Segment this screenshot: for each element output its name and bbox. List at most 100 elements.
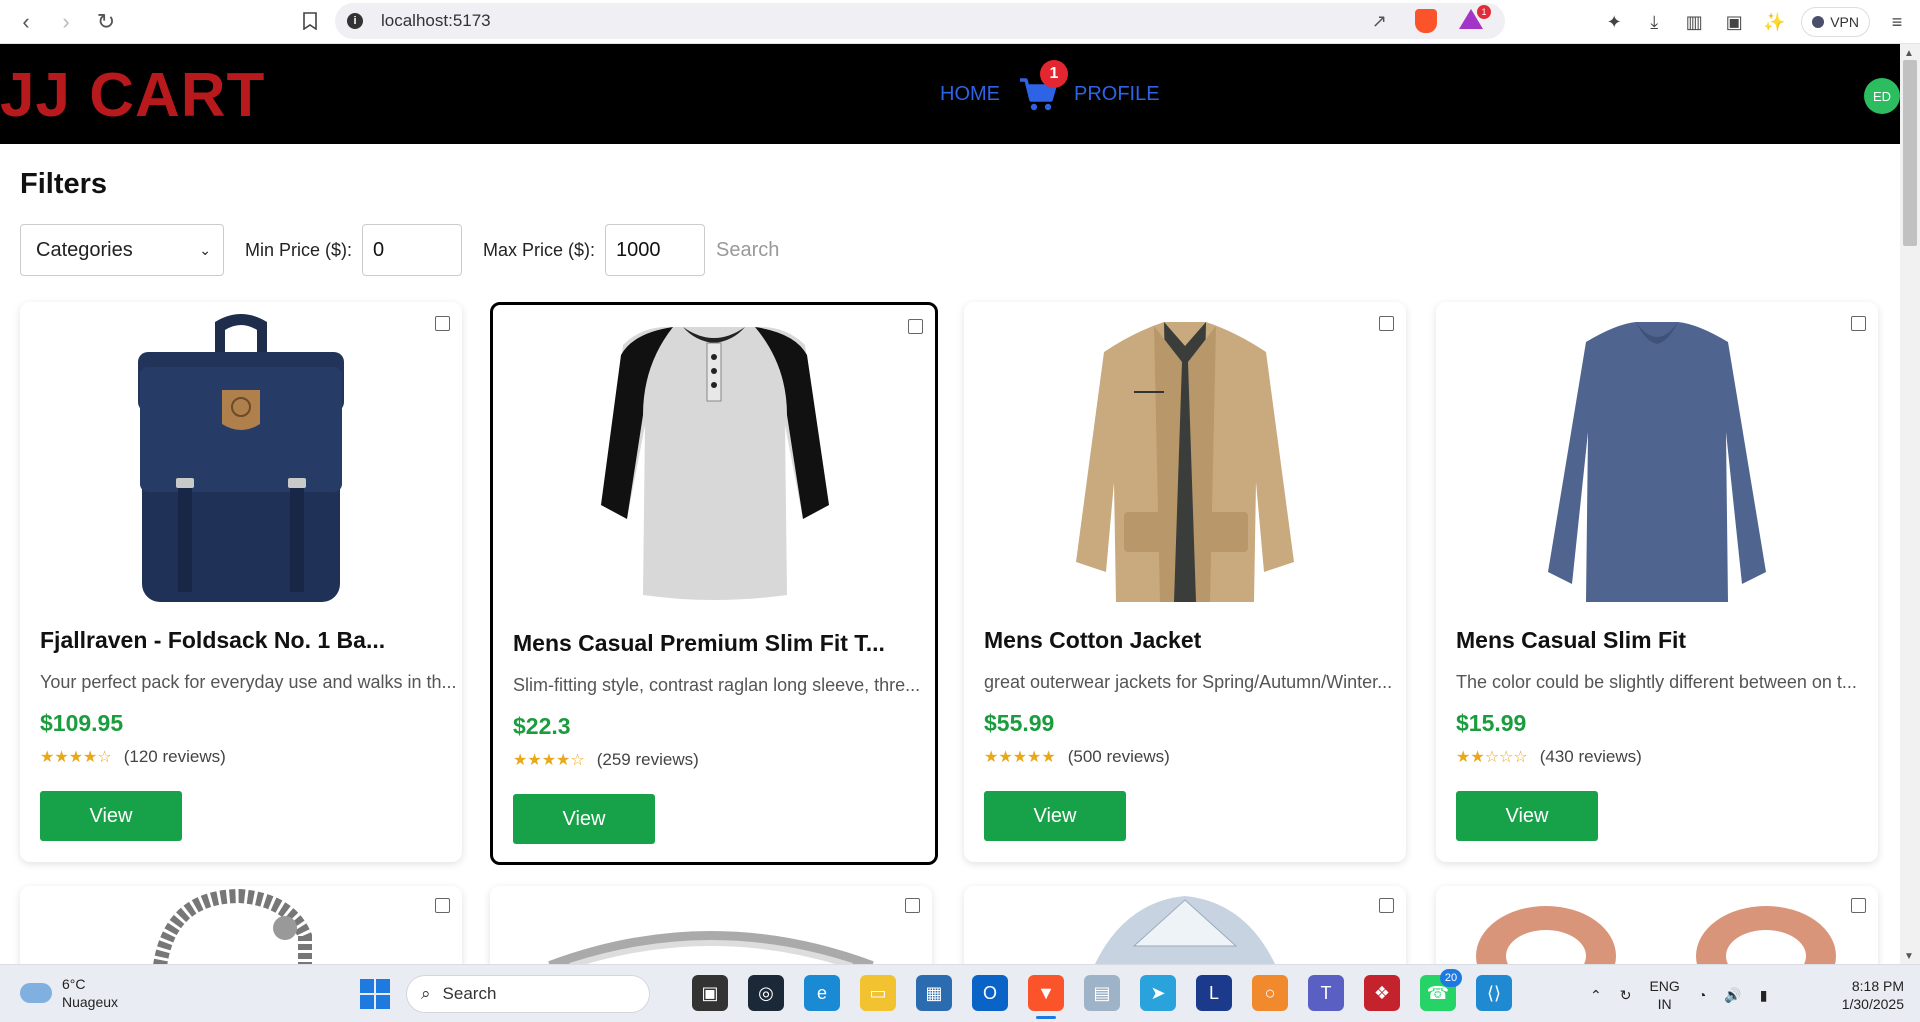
jacket-image bbox=[964, 302, 1406, 612]
brave-browser-icon[interactable]: ▼ bbox=[1028, 975, 1064, 1019]
share-icon[interactable]: ↗ bbox=[1372, 11, 1387, 32]
view-button[interactable]: View bbox=[40, 791, 182, 841]
back-icon[interactable]: ‹ bbox=[6, 2, 46, 42]
sidebar-icon[interactable]: ▥ bbox=[1681, 9, 1707, 35]
product-price: $22.3 bbox=[513, 713, 571, 739]
product-name: Mens Casual Premium Slim Fit T... bbox=[513, 630, 885, 656]
product-rating: ★★★★☆ (259 reviews) bbox=[513, 750, 699, 770]
outlook-icon[interactable]: O bbox=[972, 975, 1008, 1011]
lang-top: ENG bbox=[1649, 978, 1680, 994]
avatar[interactable]: ED bbox=[1864, 78, 1900, 114]
product-card[interactable]: Mens Casual Slim Fit The color could be … bbox=[1436, 302, 1878, 862]
compare-checkbox[interactable] bbox=[1851, 316, 1866, 331]
compare-checkbox[interactable] bbox=[1851, 898, 1866, 913]
leo-ai-icon[interactable]: ✨ bbox=[1761, 9, 1787, 35]
store-icon[interactable]: ▦ bbox=[916, 975, 952, 1011]
category-select[interactable]: Categories ⌄ bbox=[20, 224, 224, 276]
forward-icon[interactable]: › bbox=[46, 2, 86, 42]
app-icon[interactable]: ▤ bbox=[1084, 975, 1120, 1011]
compare-checkbox[interactable] bbox=[435, 316, 450, 331]
taskbar-search-placeholder: Search bbox=[442, 984, 497, 1003]
browser-toolbar: ‹ › ↻ i localhost:5173 ↗ 1 ✦ ⤓ ▥ ▣ ✨ VPN… bbox=[0, 0, 1920, 44]
windows-start-icon[interactable] bbox=[360, 979, 390, 1009]
site-info-icon[interactable]: i bbox=[347, 13, 363, 29]
windows-taskbar: 6°C Nuageux ⌕ Search ▣ ◎ e ▭ ▦ O ▼ ▤ ➤ L… bbox=[0, 964, 1920, 1022]
volume-icon[interactable]: 🔊 bbox=[1724, 987, 1741, 1004]
compare-checkbox[interactable] bbox=[908, 319, 923, 334]
brave-shields-icon[interactable] bbox=[1415, 9, 1437, 33]
view-button[interactable]: View bbox=[1456, 791, 1598, 841]
review-count: (500 reviews) bbox=[1067, 747, 1170, 766]
jupyter-icon[interactable]: ○ bbox=[1252, 975, 1288, 1011]
scroll-thumb[interactable] bbox=[1903, 60, 1917, 246]
file-explorer-icon[interactable]: ▭ bbox=[860, 975, 896, 1011]
battery-icon[interactable]: ▮ bbox=[1760, 987, 1768, 1004]
l-app-icon[interactable]: L bbox=[1196, 975, 1232, 1011]
cart-button[interactable]: 1 bbox=[1018, 60, 1068, 114]
vscode-icon[interactable]: ⟨⟩ bbox=[1476, 975, 1512, 1011]
whatsapp-icon[interactable]: ☎ 20 bbox=[1420, 969, 1462, 1011]
bracelet-image bbox=[153, 888, 312, 968]
taskbar-search[interactable]: ⌕ Search bbox=[406, 975, 650, 1013]
address-bar[interactable]: i localhost:5173 ↗ 1 bbox=[335, 3, 1505, 39]
steam-icon[interactable]: ◎ bbox=[748, 975, 784, 1011]
product-price: $15.99 bbox=[1456, 710, 1527, 736]
scroll-up-icon[interactable]: ▲ bbox=[1904, 48, 1914, 59]
product-description: great outerwear jackets for Spring/Autum… bbox=[984, 672, 1393, 692]
search-button[interactable]: Search bbox=[716, 239, 779, 262]
product-name: Mens Casual Slim Fit bbox=[1456, 627, 1687, 653]
clock[interactable]: 8:18 PM 1/30/2025 bbox=[1820, 977, 1904, 1013]
taskbar-apps: ▣ ◎ e ▭ ▦ O ▼ ▤ ➤ L ○ T ❖ ☎ 20 ⟨⟩ bbox=[692, 969, 1512, 1019]
min-price-label: Min Price ($): bbox=[245, 239, 353, 260]
vpn-button[interactable]: VPN bbox=[1801, 7, 1870, 37]
product-card[interactable]: Mens Casual Premium Slim Fit T... Slim-f… bbox=[490, 302, 938, 865]
bookmark-icon[interactable] bbox=[295, 6, 325, 36]
wifi-icon[interactable]: ◔ bbox=[1698, 987, 1706, 1003]
teams-icon[interactable]: T bbox=[1308, 975, 1344, 1011]
view-button[interactable]: View bbox=[513, 794, 655, 844]
filters-heading: Filters bbox=[20, 168, 108, 200]
rewards-badge: 1 bbox=[1477, 5, 1491, 19]
compare-checkbox[interactable] bbox=[1379, 316, 1394, 331]
product-card[interactable]: Fjallraven - Foldsack No. 1 Ba... Your p… bbox=[20, 302, 462, 862]
language-indicator[interactable]: ENG IN bbox=[1649, 977, 1679, 1013]
wallet-icon[interactable]: ▣ bbox=[1721, 9, 1747, 35]
brave-rewards-icon[interactable]: 1 bbox=[1459, 5, 1491, 31]
nav-profile-link[interactable]: PROFILE bbox=[1074, 83, 1160, 106]
menu-icon[interactable]: ≡ bbox=[1884, 9, 1910, 35]
compare-checkbox[interactable] bbox=[435, 898, 450, 913]
compare-checkbox[interactable] bbox=[1379, 898, 1394, 913]
product-description: Your perfect pack for everyday use and w… bbox=[40, 672, 457, 692]
extensions-icon[interactable]: ✦ bbox=[1601, 9, 1627, 35]
main-nav: HOME 1 PROFILE bbox=[940, 60, 1160, 114]
review-count: (259 reviews) bbox=[596, 750, 699, 769]
backpack-image bbox=[20, 302, 462, 612]
whatsapp-badge: 20 bbox=[1440, 969, 1462, 987]
product-card[interactable]: Mens Cotton Jacket great outerwear jacke… bbox=[964, 302, 1406, 862]
min-price-input[interactable]: 0 bbox=[362, 224, 463, 276]
davinci-icon[interactable]: ❖ bbox=[1364, 975, 1400, 1011]
system-tray: ⌃ ↻ ENG IN ◔ 🔊 ▮ bbox=[1590, 977, 1767, 1013]
scroll-down-icon[interactable]: ▼ bbox=[1904, 951, 1914, 962]
page-scrollbar[interactable]: ▲ ▼ bbox=[1900, 44, 1920, 964]
product-rating: ★★★★☆ (120 reviews) bbox=[40, 747, 226, 767]
nav-home-link[interactable]: HOME bbox=[940, 83, 1000, 106]
sync-icon[interactable]: ↻ bbox=[1620, 987, 1632, 1004]
brand-logo[interactable]: JJ CART bbox=[0, 65, 265, 127]
telegram-icon[interactable]: ➤ bbox=[1140, 975, 1176, 1011]
weather-widget[interactable]: 6°C Nuageux bbox=[20, 975, 118, 1011]
task-view-icon[interactable]: ▣ bbox=[692, 975, 728, 1011]
max-price-input[interactable]: 1000 bbox=[605, 224, 706, 276]
star-rating-icon: ★★☆☆☆ bbox=[1456, 749, 1528, 766]
chevron-up-icon[interactable]: ⌃ bbox=[1590, 987, 1602, 1004]
compare-checkbox[interactable] bbox=[905, 898, 920, 913]
view-button[interactable]: View bbox=[984, 791, 1126, 841]
url-text[interactable]: localhost:5173 bbox=[381, 11, 491, 31]
ring-image bbox=[548, 931, 874, 971]
clock-date: 1/30/2025 bbox=[1841, 996, 1904, 1012]
edge-icon[interactable]: e bbox=[804, 975, 840, 1011]
star-rating-icon: ★★★★☆ bbox=[513, 752, 585, 769]
reload-icon[interactable]: ↻ bbox=[86, 2, 126, 42]
download-icon[interactable]: ⤓ bbox=[1641, 9, 1667, 35]
filter-row: Categories ⌄ Min Price ($): 0 Max Price … bbox=[20, 224, 779, 276]
